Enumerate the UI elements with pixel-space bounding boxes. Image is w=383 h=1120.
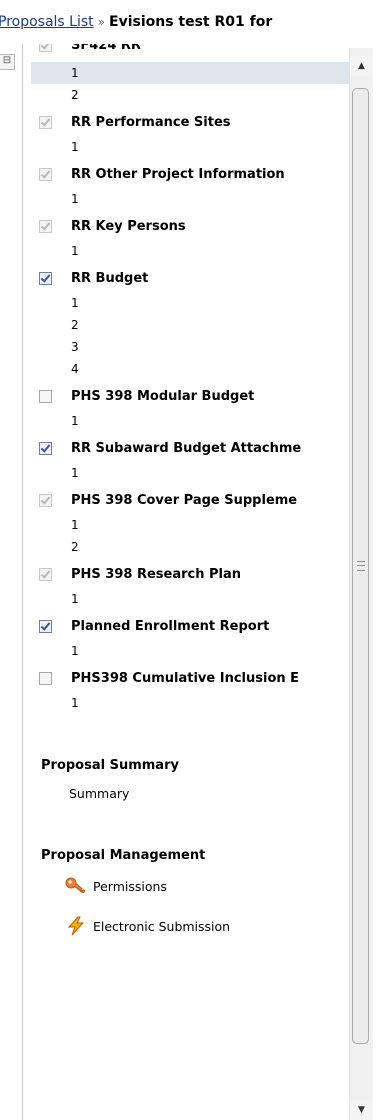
proposal-management-heading: Proposal Management (41, 848, 206, 863)
form-row-phs398-cumulative-inclusion[interactable]: PHS398 Cumulative Inclusion E (23, 665, 349, 691)
form-item-rr-budget-3[interactable]: 3 (31, 336, 349, 358)
form-item-sf424-rr-1[interactable]: 1 (31, 62, 349, 84)
forms-navigation-panel: SF424 RR 1 2 RR Performance Sites 1 RR O… (22, 44, 383, 1120)
form-name: PHS398 Cumulative Inclusion E (71, 670, 300, 686)
summary-link-label: Summary (69, 786, 130, 801)
form-row-phs-398-modular-budget[interactable]: PHS 398 Modular Budget (23, 383, 349, 409)
form-item-sf424-rr-2[interactable]: 2 (31, 84, 349, 106)
form-name: RR Other Project Information (71, 166, 285, 182)
form-item-rr-budget-2[interactable]: 2 (31, 314, 349, 336)
permissions-link[interactable]: Permissions (65, 876, 167, 896)
form-item-phs398-cumulative-inclusion-1[interactable]: 1 (31, 692, 349, 714)
left-gutter (0, 44, 22, 1120)
breadcrumb-separator: » (97, 15, 105, 29)
form-row-rr-performance-sites[interactable]: RR Performance Sites (23, 109, 349, 135)
proposal-summary-heading: Proposal Summary (41, 758, 179, 773)
form-row-rr-subaward-budget[interactable]: RR Subaward Budget Attachme (23, 435, 349, 461)
form-item-phs-398-cover-page-supplement-1[interactable]: 1 (31, 514, 349, 536)
form-item-phs-398-modular-budget-1[interactable]: 1 (31, 410, 349, 432)
form-item-rr-performance-sites-1[interactable]: 1 (31, 136, 349, 158)
summary-link[interactable]: Summary (69, 786, 129, 801)
form-checkbox[interactable] (39, 567, 52, 581)
form-name: PHS 398 Modular Budget (71, 388, 255, 404)
form-row-sf424-rr[interactable]: SF424 RR (23, 44, 349, 58)
collapse-toggle-icon[interactable]: ⊟ (0, 54, 15, 70)
form-row-phs-398-cover-page-supplement[interactable]: PHS 398 Cover Page Suppleme (23, 487, 349, 513)
form-checkbox[interactable] (39, 619, 52, 633)
form-name: RR Subaward Budget Attachme (71, 440, 302, 456)
form-row-rr-budget[interactable]: RR Budget (23, 265, 349, 291)
form-name: Planned Enrollment Report (71, 618, 270, 634)
form-name: RR Key Persons (71, 218, 186, 234)
form-row-planned-enrollment-report[interactable]: Planned Enrollment Report (23, 613, 349, 639)
scroll-down-arrow-icon[interactable]: ▼ (350, 1100, 373, 1120)
electronic-submission-link-label: Electronic Submission (93, 918, 231, 934)
form-item-rr-budget-1[interactable]: 1 (31, 292, 349, 314)
form-checkbox[interactable] (39, 389, 52, 403)
form-name: PHS 398 Cover Page Suppleme (71, 492, 298, 508)
permissions-link-label: Permissions (93, 878, 167, 894)
breadcrumb: Proposals List» Evisions test R01 for (0, 0, 383, 44)
form-checkbox[interactable] (39, 671, 52, 685)
form-item-rr-budget-4[interactable]: 4 (31, 358, 349, 380)
scroll-up-arrow-icon[interactable]: ▲ (350, 56, 373, 76)
form-row-rr-key-persons[interactable]: RR Key Persons (23, 213, 349, 239)
form-name: PHS 398 Research Plan (71, 566, 242, 582)
form-item-planned-enrollment-report-1[interactable]: 1 (31, 640, 349, 662)
vertical-scrollbar[interactable]: ▲ ▼ (349, 48, 373, 1120)
form-name: RR Budget (71, 270, 149, 286)
form-checkbox[interactable] (39, 493, 52, 507)
form-checkbox[interactable] (39, 441, 52, 455)
breadcrumb-current: Evisions test R01 for (109, 14, 273, 30)
form-row-rr-other-project-information[interactable]: RR Other Project Information (23, 161, 349, 187)
key-icon (65, 876, 87, 896)
breadcrumb-link-proposals-list[interactable]: Proposals List (0, 14, 94, 30)
lightning-icon (65, 916, 87, 936)
form-checkbox[interactable] (39, 219, 52, 233)
form-item-phs-398-cover-page-supplement-2[interactable]: 2 (31, 536, 349, 558)
form-name: RR Performance Sites (71, 114, 231, 130)
forms-tree: SF424 RR 1 2 RR Performance Sites 1 RR O… (23, 44, 349, 1120)
form-checkbox[interactable] (39, 44, 52, 52)
scrollbar-grip-icon (357, 561, 365, 571)
form-row-phs-398-research-plan[interactable]: PHS 398 Research Plan (23, 561, 349, 587)
electronic-submission-link[interactable]: Electronic Submission (67, 916, 231, 936)
form-checkbox[interactable] (39, 167, 52, 181)
form-item-rr-key-persons-1[interactable]: 1 (31, 240, 349, 262)
form-item-rr-subaward-budget-1[interactable]: 1 (31, 462, 349, 484)
form-checkbox[interactable] (39, 271, 52, 285)
form-name: SF424 RR (71, 44, 141, 53)
form-item-phs-398-research-plan-1[interactable]: 1 (31, 588, 349, 610)
form-item-rr-other-project-information-1[interactable]: 1 (31, 188, 349, 210)
form-checkbox[interactable] (39, 115, 52, 129)
scrollbar-thumb[interactable] (352, 88, 369, 1044)
